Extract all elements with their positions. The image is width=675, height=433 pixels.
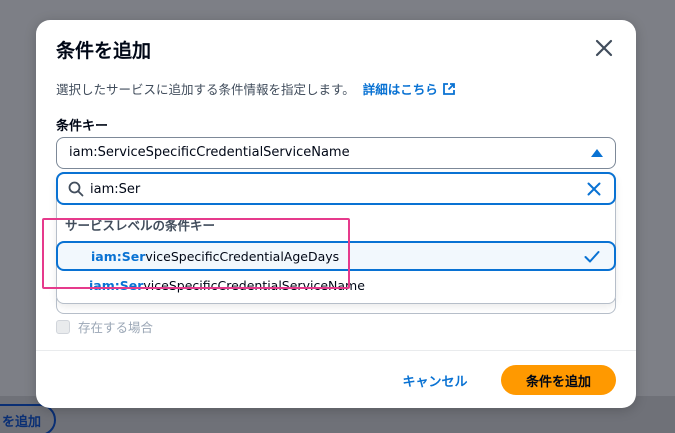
learn-more-link[interactable]: 詳細はこちら (363, 82, 456, 97)
dropdown-option[interactable]: iam:ServiceSpecificCredentialServiceName (57, 271, 615, 301)
modal-title: 条件を追加 (56, 40, 152, 62)
hidden-field-edge (56, 298, 616, 314)
checkbox-label: 存在する場合 (78, 320, 154, 335)
condition-key-select[interactable]: iam:ServiceSpecificCredentialServiceName (56, 137, 616, 169)
if-exists-checkbox[interactable] (56, 320, 70, 334)
external-link-icon[interactable] (442, 82, 456, 96)
search-box[interactable] (56, 172, 616, 205)
description-text: 選択したサービスに追加する条件情報を指定します。 (56, 82, 355, 97)
selected-value: iam:ServiceSpecificCredentialServiceName (69, 145, 350, 160)
check-icon (584, 251, 600, 263)
add-condition-button[interactable]: 条件を追加 (501, 365, 616, 395)
caret-up-icon (591, 149, 603, 157)
condition-key-dropdown: サービスレベルの条件キー iam:ServiceSpecificCredenti… (56, 172, 616, 304)
dropdown-option[interactable]: iam:ServiceSpecificCredentialAgeDays (56, 241, 616, 271)
close-button[interactable] (592, 36, 616, 60)
option-match-text: iam:Ser (89, 278, 144, 293)
search-icon (68, 181, 84, 197)
if-exists-checkbox-row: 存在する場合 (56, 317, 153, 336)
option-rest-text: viceSpecificCredentialServiceName (143, 278, 365, 293)
clear-icon[interactable] (586, 181, 602, 197)
option-match-text: iam:Ser (91, 249, 146, 264)
background-add-button: を追加 (0, 404, 56, 433)
modal-description: 選択したサービスに追加する条件情報を指定します。 詳細はこちら (56, 79, 456, 98)
learn-more-label[interactable]: 詳細はこちら (363, 82, 438, 97)
close-icon[interactable] (592, 36, 616, 60)
condition-key-label: 条件キー (56, 119, 109, 134)
dropdown-group-header: サービスレベルの条件キー (65, 218, 216, 233)
footer-divider (36, 350, 636, 351)
search-input[interactable] (90, 179, 570, 199)
cancel-button[interactable]: キャンセル (390, 365, 480, 395)
add-condition-modal: 条件を追加 選択したサービスに追加する条件情報を指定します。 詳細はこちら 条件キ… (36, 20, 636, 408)
option-rest-text: viceSpecificCredentialAgeDays (145, 249, 340, 264)
